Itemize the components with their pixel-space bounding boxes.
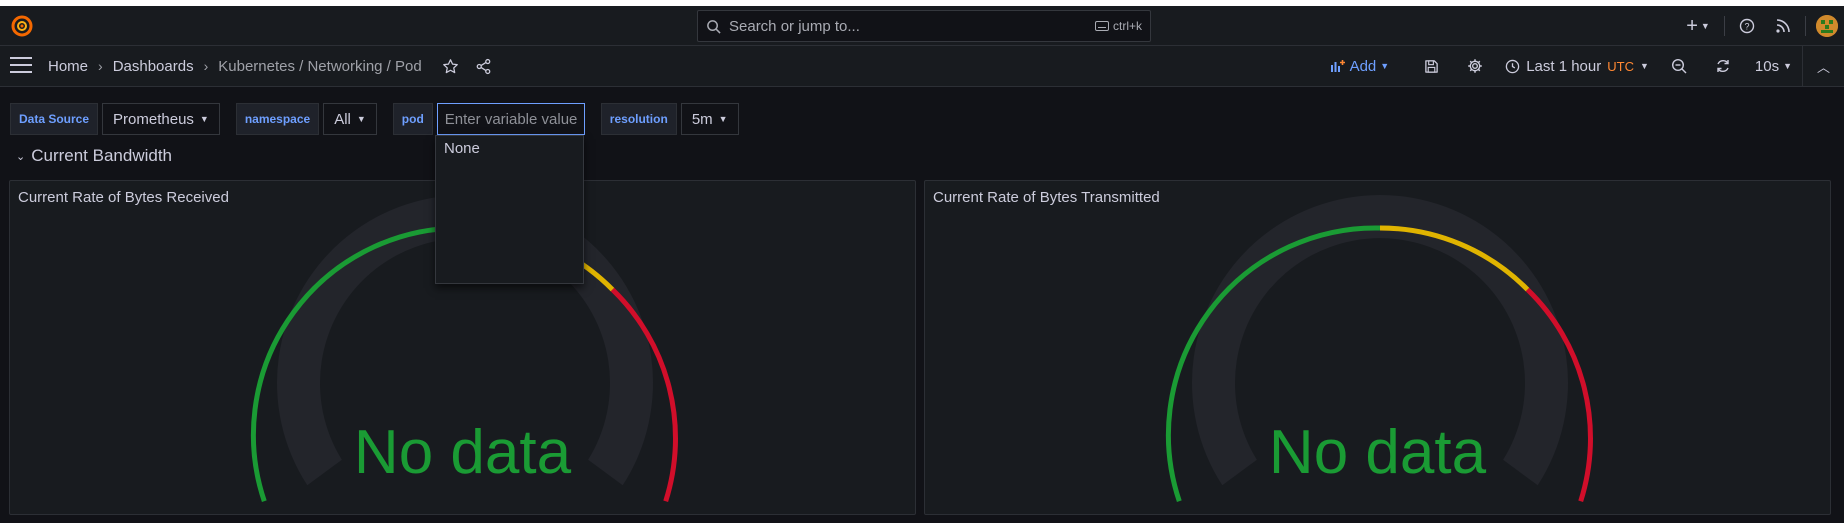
rss-icon	[1776, 19, 1790, 33]
panel-bytes-transmitted[interactable]: Current Rate of Bytes Transmitted No dat…	[924, 180, 1831, 515]
breadcrumb: Home › Dashboards › Kubernetes / Network…	[48, 46, 422, 86]
namespace-select[interactable]: All ▼	[323, 103, 377, 135]
topbar-actions: + ▼ ?	[1676, 6, 1844, 46]
divider	[1805, 16, 1806, 36]
chevron-down-icon: ▼	[718, 114, 728, 124]
variable-label-datasource: Data Source	[10, 103, 99, 135]
chevron-down-icon: ▼	[356, 114, 366, 124]
gear-icon	[1468, 59, 1482, 73]
help-button[interactable]: ?	[1729, 6, 1765, 46]
variable-label-namespace: namespace	[235, 103, 320, 135]
share-icon	[476, 58, 490, 74]
save-dashboard-button[interactable]	[1409, 46, 1453, 86]
refresh-button[interactable]	[1701, 46, 1745, 86]
chevron-down-icon: ▼	[1380, 61, 1390, 71]
chevron-down-icon: ▼	[1783, 61, 1792, 71]
search-shortcut: ctrl+k	[1094, 19, 1142, 33]
dashboard-nav-bar: Home › Dashboards › Kubernetes / Network…	[0, 46, 1844, 87]
timezone-label: UTC	[1607, 58, 1634, 74]
refresh-icon	[1717, 59, 1729, 73]
refresh-interval-picker[interactable]: 10s ▼	[1755, 58, 1792, 75]
avatar[interactable]	[1816, 15, 1838, 37]
row-title: Current Bandwidth	[31, 146, 173, 165]
time-range-label: Last 1 hour	[1526, 57, 1602, 75]
add-panel-icon	[1330, 60, 1345, 72]
chevron-right-icon: ›	[203, 58, 209, 74]
svg-text:?: ?	[1744, 22, 1749, 32]
dashboard-settings-button[interactable]	[1453, 46, 1497, 86]
keyboard-icon	[1094, 21, 1109, 31]
dropdown-option[interactable]: None	[436, 136, 583, 161]
add-button[interactable]: Add ▼	[1330, 57, 1390, 75]
menu-toggle-icon[interactable]	[10, 57, 32, 75]
breadcrumb-dashboards[interactable]: Dashboards	[113, 58, 194, 75]
top-bar: Search or jump to... ctrl+k + ▼ ?	[0, 6, 1844, 46]
collapse-toolbar-button[interactable]: ︿	[1802, 46, 1844, 86]
variable-label-resolution: resolution	[600, 103, 677, 135]
datasource-select[interactable]: Prometheus ▼	[102, 103, 220, 135]
star-button[interactable]	[440, 56, 460, 76]
gauge-no-data-text: No data	[1268, 418, 1487, 487]
plus-icon: +	[1686, 14, 1698, 37]
add-button-label: Add	[1349, 57, 1377, 75]
zoom-out-icon	[1671, 58, 1687, 74]
breadcrumb-current-dashboard: Kubernetes / Networking / Pod	[218, 57, 422, 75]
breadcrumb-home[interactable]: Home	[48, 58, 88, 75]
dashboard-controls: Add ▼ Last 1 hour UTC ▼ 10s ▼ ︿	[1330, 46, 1844, 86]
help-icon: ?	[1739, 18, 1755, 34]
chevron-down-icon: ⌄	[16, 150, 26, 163]
grafana-logo-icon[interactable]	[10, 14, 34, 38]
chevron-down-icon: ▼	[1639, 61, 1649, 71]
divider	[1724, 16, 1725, 36]
resolution-value: 5m	[691, 110, 713, 128]
row-header-current-bandwidth[interactable]: ⌄ Current Bandwidth	[16, 146, 172, 166]
gauge-no-data-text: No data	[353, 418, 572, 487]
search-shortcut-text: ctrl+k	[1112, 19, 1142, 33]
new-menu-button[interactable]: + ▼	[1676, 6, 1720, 46]
time-picker[interactable]: Last 1 hour UTC ▼	[1505, 58, 1649, 75]
chevron-down-icon: ▼	[199, 114, 209, 124]
search-placeholder: Search or jump to...	[729, 17, 860, 35]
clock-icon	[1505, 59, 1520, 73]
variables-bar: Data Source Prometheus ▼ namespace All ▼…	[10, 103, 739, 135]
datasource-value: Prometheus	[113, 110, 194, 128]
pod-options-dropdown: None	[435, 135, 584, 284]
pod-variable-input[interactable]	[436, 103, 585, 135]
refresh-interval-label: 10s	[1754, 57, 1780, 75]
resolution-select[interactable]: 5m ▼	[680, 103, 739, 135]
news-button[interactable]	[1765, 6, 1801, 46]
chevron-right-icon: ›	[98, 58, 103, 74]
search-bar[interactable]: Search or jump to... ctrl+k	[697, 10, 1151, 42]
search-icon	[707, 19, 721, 34]
save-icon	[1424, 59, 1438, 73]
namespace-value: All	[334, 110, 351, 128]
zoom-out-button[interactable]	[1657, 46, 1701, 86]
chevron-down-icon: ▼	[1700, 21, 1710, 31]
share-button[interactable]	[473, 56, 493, 76]
chevron-up-icon: ︿	[1816, 59, 1830, 75]
variable-label-pod: pod	[392, 103, 433, 135]
star-icon	[442, 58, 458, 73]
